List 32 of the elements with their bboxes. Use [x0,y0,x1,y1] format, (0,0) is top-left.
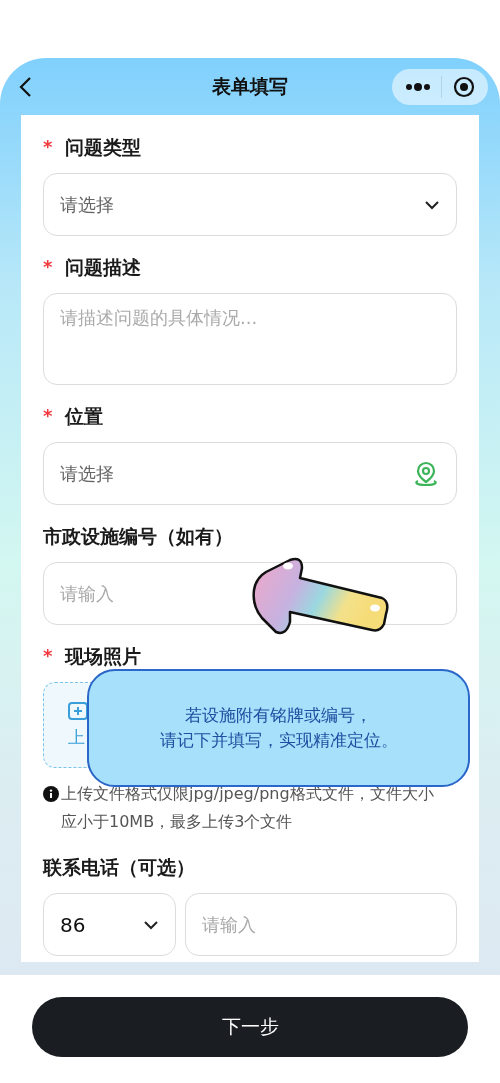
image-upload-icon [68,701,88,720]
capsule-menu[interactable] [392,69,488,105]
required-mark: * [43,135,54,159]
location-field[interactable]: 请选择 [43,442,457,505]
chevron-down-icon [424,199,440,210]
select-field[interactable]: 请选择 [43,173,457,236]
phone-field[interactable]: 请输入 [185,893,457,956]
required-mark: * [43,404,54,428]
country-code: 86 [60,912,86,937]
location-placeholder: 请选择 [60,461,114,486]
info-icon [43,786,59,802]
description-field[interactable]: 请描述问题的具体情况... [43,293,457,385]
page-title: 表单填写 [212,73,288,99]
location-pin-icon[interactable] [412,459,440,488]
upload-text: 上 [68,725,85,749]
required-mark: * [43,644,54,668]
chevron-down-icon [143,919,159,930]
back-icon[interactable] [18,76,32,98]
tooltip-text: 若设施附有铭牌或编号， [185,704,372,727]
field-label: 市政设施编号（如有） [43,524,233,549]
more-icon[interactable] [405,83,432,91]
field-label: 问题类型 [65,135,141,160]
next-button[interactable]: 下一步 [32,997,468,1057]
upload-note: 上传文件格式仅限jpg/jpeg/png格式文件，文件大小应小于10MB，最多上传3个文件 [61,783,435,833]
country-code-select[interactable]: 86 [43,893,176,956]
field-label: 联系电话（可选） [43,855,195,880]
field-label: 位置 [65,404,103,429]
select-placeholder: 请选择 [60,192,114,217]
field-label: 现场照片 [65,644,141,669]
field-label: 问题描述 [65,255,141,280]
required-mark: * [43,255,54,279]
tooltip-text: 请记下并填写，实现精准定位。 [159,729,398,752]
